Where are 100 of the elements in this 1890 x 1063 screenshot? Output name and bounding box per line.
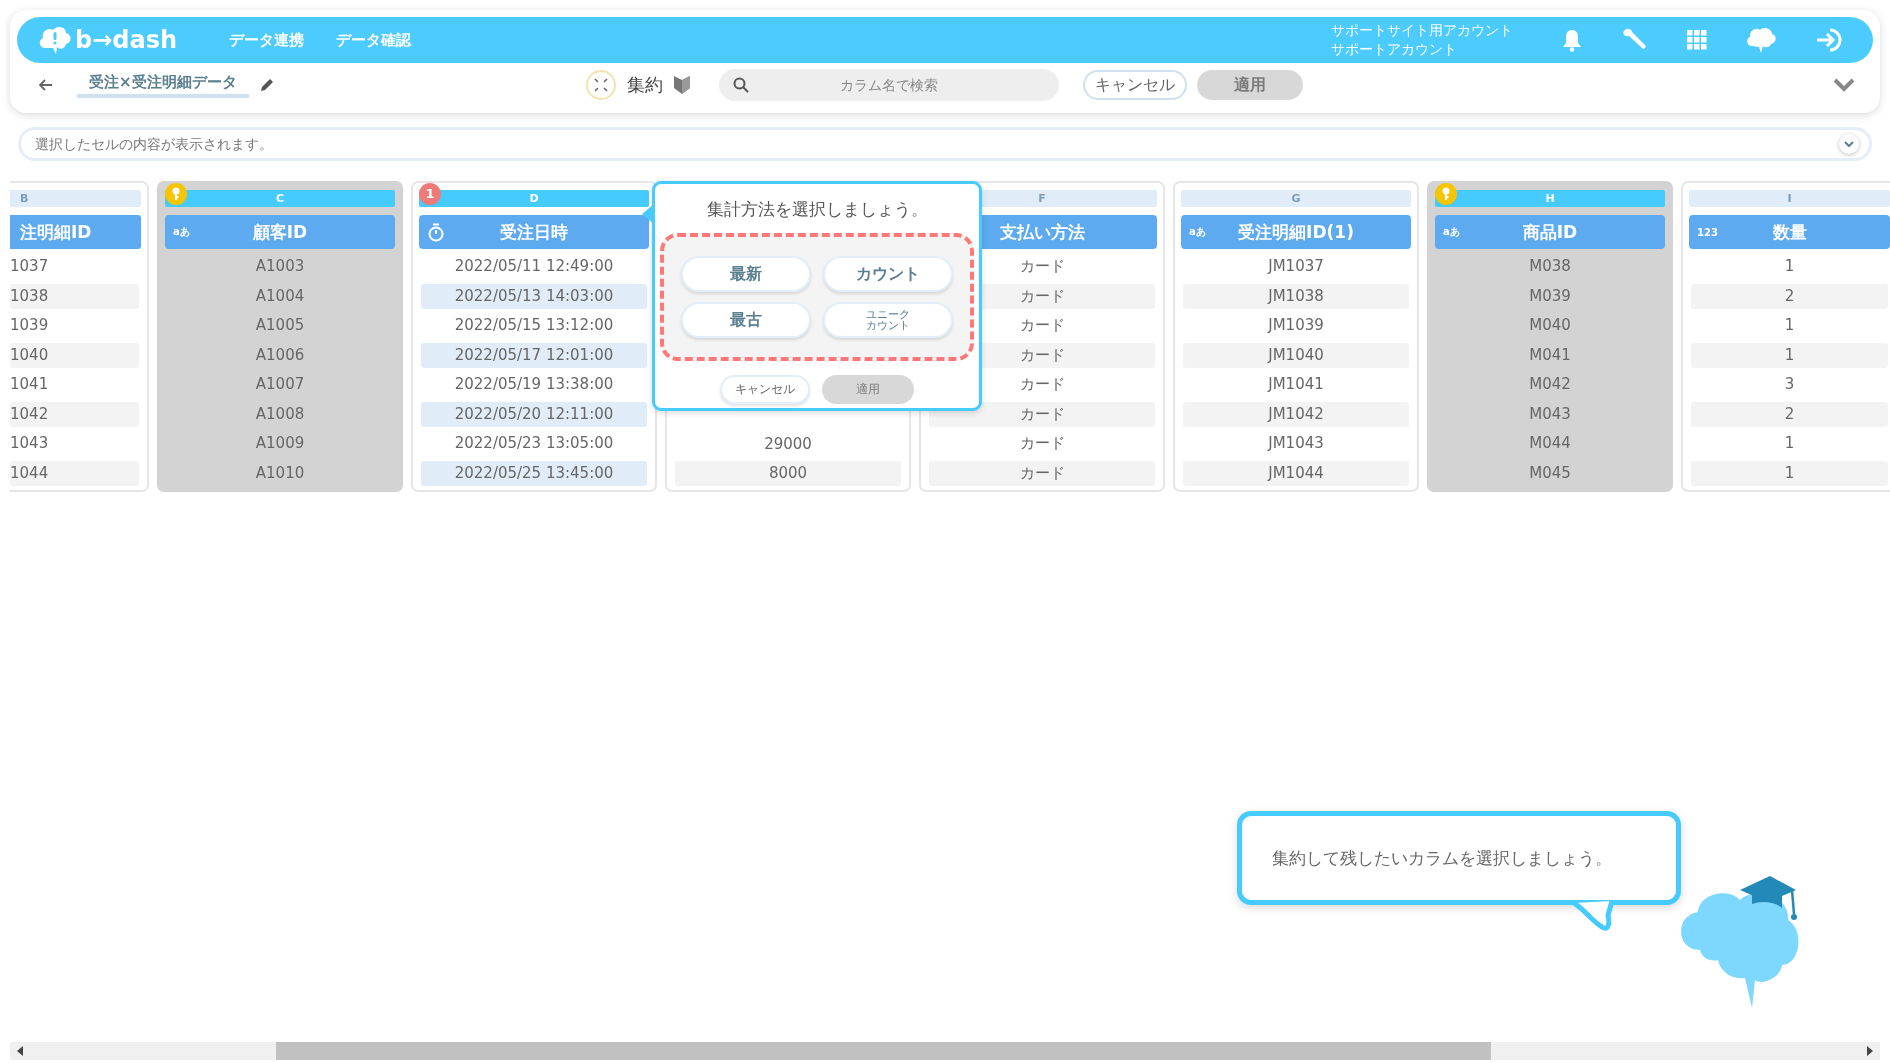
- cloud-icon[interactable]: [1745, 26, 1777, 54]
- dataset-title[interactable]: 受注×受注明細データ: [77, 72, 249, 98]
- table-cell-text: 2022/05/15 13:12:00: [453, 315, 615, 336]
- column-header[interactable]: aあ 商品ID: [1435, 215, 1665, 249]
- account-name: サポートサイト用アカウント: [1331, 21, 1513, 40]
- column-header[interactable]: 注明細ID: [10, 215, 141, 249]
- search-icon: [732, 77, 749, 93]
- table-cell-text: A1006: [254, 344, 306, 366]
- column-card[interactable]: B 注明細ID 1037 1038 1039 1040 1041 1042 1043 1044: [10, 181, 149, 492]
- table-cell-text: 1: [1783, 433, 1796, 454]
- aggregation-option[interactable]: カウント: [823, 256, 953, 292]
- sort-order-badge: 1: [419, 183, 441, 205]
- table-cell-text: A1003: [254, 256, 306, 277]
- column-letter[interactable]: C: [165, 190, 395, 207]
- column-card[interactable]: G aあ 受注明細ID(1) JM1037 JM1038 JM1039 JM1040 JM1041 JM1042 JM1043 JM1044: [1173, 181, 1419, 492]
- table-cell-text: M042: [1528, 374, 1572, 395]
- table-cell: 8000: [675, 461, 901, 486]
- back-arrow-icon[interactable]: [39, 79, 53, 91]
- table-cell-text: 1041: [10, 374, 50, 395]
- table-cell-text: A1005: [254, 315, 306, 336]
- column-card[interactable]: H aあ 商品ID M038 M039 M040 M041 M042 M043 M044 M045: [1427, 181, 1673, 492]
- table-cell: JM1038: [1183, 283, 1409, 309]
- column-title: 商品ID: [1522, 220, 1578, 244]
- column-letter[interactable]: B: [10, 190, 141, 207]
- column-title: 受注日時: [500, 220, 568, 244]
- scroll-right-icon[interactable]: [1866, 1046, 1874, 1056]
- logo-text: b→dash: [75, 26, 178, 54]
- table-cell-text: M044: [1528, 433, 1572, 454]
- column-letter[interactable]: H: [1435, 190, 1665, 207]
- aggregation-option[interactable]: 最古: [681, 302, 811, 338]
- search-field[interactable]: カラム名で検索: [718, 69, 1059, 101]
- horizontal-scrollbar[interactable]: [10, 1042, 1880, 1060]
- table-cell: カード: [929, 401, 1155, 427]
- table-cell: 1038: [10, 283, 139, 309]
- column-title: 支払い方法: [999, 220, 1085, 244]
- table-cell-text: M045: [1528, 462, 1572, 484]
- column-title: 顧客ID: [252, 220, 308, 244]
- table-cell-text: M043: [1528, 403, 1572, 425]
- column-header[interactable]: aあ 受注明細ID(1): [1181, 215, 1411, 249]
- table-cell: カード: [929, 460, 1155, 486]
- table-cell-text: M038: [1528, 256, 1572, 277]
- scroll-left-icon[interactable]: [16, 1046, 24, 1056]
- table-cell-text: カード: [1018, 374, 1066, 395]
- table-cell-text: 2022/05/11 12:49:00: [453, 256, 615, 277]
- table-cell: 2022/05/25 13:45:00: [421, 460, 647, 486]
- table-cell: 2022/05/17 12:01:00: [421, 342, 647, 368]
- column-letter[interactable]: I: [1689, 190, 1890, 207]
- table-cell-text: M040: [1528, 315, 1572, 336]
- chevron-down-icon[interactable]: [1833, 78, 1855, 92]
- table-cell-text: 1: [1783, 256, 1796, 277]
- leaf-mark-icon[interactable]: [672, 74, 691, 96]
- column-header[interactable]: aあ 顧客ID: [165, 215, 395, 249]
- table-cell-text: A1009: [254, 433, 306, 454]
- column-card[interactable]: I 123 数量 1 2 1 1 3 2 1 1: [1681, 181, 1890, 492]
- table-cell-text: JM1041: [1266, 374, 1325, 395]
- table-cell-text: 1043: [10, 433, 50, 454]
- type-label: 123: [1697, 226, 1718, 238]
- table-cell-text: A1008: [254, 403, 306, 425]
- table-cell-text: A1010: [254, 462, 306, 484]
- scrollbar-thumb[interactable]: [276, 1042, 1491, 1060]
- table-cell: 2022/05/13 14:03:00: [421, 283, 647, 309]
- column-header[interactable]: 123 数量: [1689, 215, 1890, 249]
- stopwatch-icon: [427, 222, 445, 242]
- column-title: 数量: [1772, 220, 1807, 244]
- table-cell-text: M039: [1528, 285, 1572, 307]
- cell-content-field[interactable]: 選択したセルの内容が表示されます。: [18, 127, 1872, 161]
- table-cell-text: 2022/05/23 13:05:00: [453, 433, 615, 454]
- aggregation-option[interactable]: ユニーク カウント: [823, 302, 953, 338]
- table-cell-text: 1037: [10, 256, 50, 277]
- type-label: aあ: [1189, 225, 1206, 239]
- table-cell-text: 1039: [10, 315, 50, 336]
- bell-icon[interactable]: [1561, 28, 1583, 52]
- column-card[interactable]: 1 D 受注日時 2022/05/11 12:49:00 2022/05/13 14:03:00 2022/05/15 13:12:00 2022/05/17 12:01:00 2022/05/19 13:38:00 2022/05/20 12:11:00 2022/05/23 13:05:00 2022/05/25 13:45:00: [411, 181, 657, 492]
- cancel-button[interactable]: キャンセル: [720, 375, 810, 404]
- table-cell: 1: [1691, 342, 1888, 368]
- aggregation-option[interactable]: 最新: [681, 256, 811, 292]
- pencil-icon[interactable]: [258, 77, 275, 93]
- table-cell-text: M041: [1528, 344, 1572, 366]
- nav-link[interactable]: データ確認: [336, 30, 412, 50]
- table-cell-text: カード: [1018, 433, 1066, 454]
- table-cell-text: JM1043: [1266, 433, 1325, 454]
- table-cell-text: JM1039: [1266, 315, 1325, 336]
- column-header[interactable]: 受注日時: [419, 215, 649, 249]
- type-label: aあ: [173, 225, 190, 239]
- table-cell: 1042: [10, 401, 139, 427]
- table-cell: JM1040: [1183, 342, 1409, 368]
- table-cell-text: 2022/05/19 13:38:00: [453, 374, 615, 395]
- column-card[interactable]: C aあ 顧客ID A1003 A1004 A1005 A1006 A1007 A1008 A1009 A1010: [157, 181, 403, 492]
- grid-icon[interactable]: [1687, 30, 1707, 50]
- table-cell: 1044: [10, 460, 139, 486]
- table-cell: 1: [1691, 460, 1888, 486]
- table-cell: JM1044: [1183, 460, 1409, 486]
- table-cell: 2: [1691, 401, 1888, 427]
- collapse-icon[interactable]: [584, 69, 617, 101]
- column-title: 注明細ID: [20, 220, 92, 244]
- nav-link[interactable]: データ連携: [229, 30, 305, 50]
- table-cell: 2: [1691, 283, 1888, 309]
- table-cell: 1040: [10, 342, 139, 368]
- cancel-button[interactable]: キャンセル: [1082, 70, 1187, 100]
- column-letter[interactable]: G: [1181, 190, 1411, 207]
